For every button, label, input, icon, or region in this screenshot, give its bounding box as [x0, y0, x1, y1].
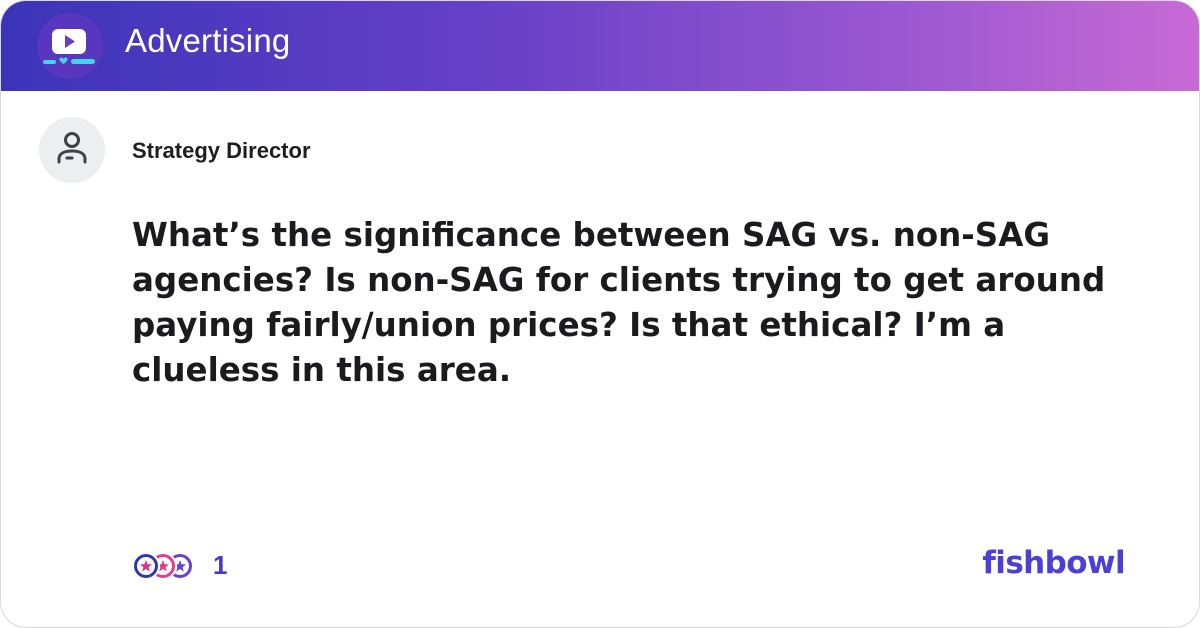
reaction-count[interactable]: 1: [213, 550, 227, 581]
reaction-icons[interactable]: [129, 549, 199, 583]
video-chat-bowl-icon: [37, 13, 103, 79]
avatar[interactable]: [39, 117, 105, 183]
bowl-header[interactable]: Advertising: [1, 1, 1199, 91]
reaction-icon-1: [132, 552, 160, 580]
post-card: Advertising Strategy Director What’s the…: [0, 0, 1200, 628]
fishbowl-logo[interactable]: fishbowl: [982, 545, 1125, 581]
bowl-title[interactable]: Advertising: [125, 22, 290, 60]
post-body: What’s the significance between SAG vs. …: [132, 216, 1106, 389]
user-icon: [57, 132, 87, 164]
author-title[interactable]: Strategy Director: [132, 138, 311, 164]
